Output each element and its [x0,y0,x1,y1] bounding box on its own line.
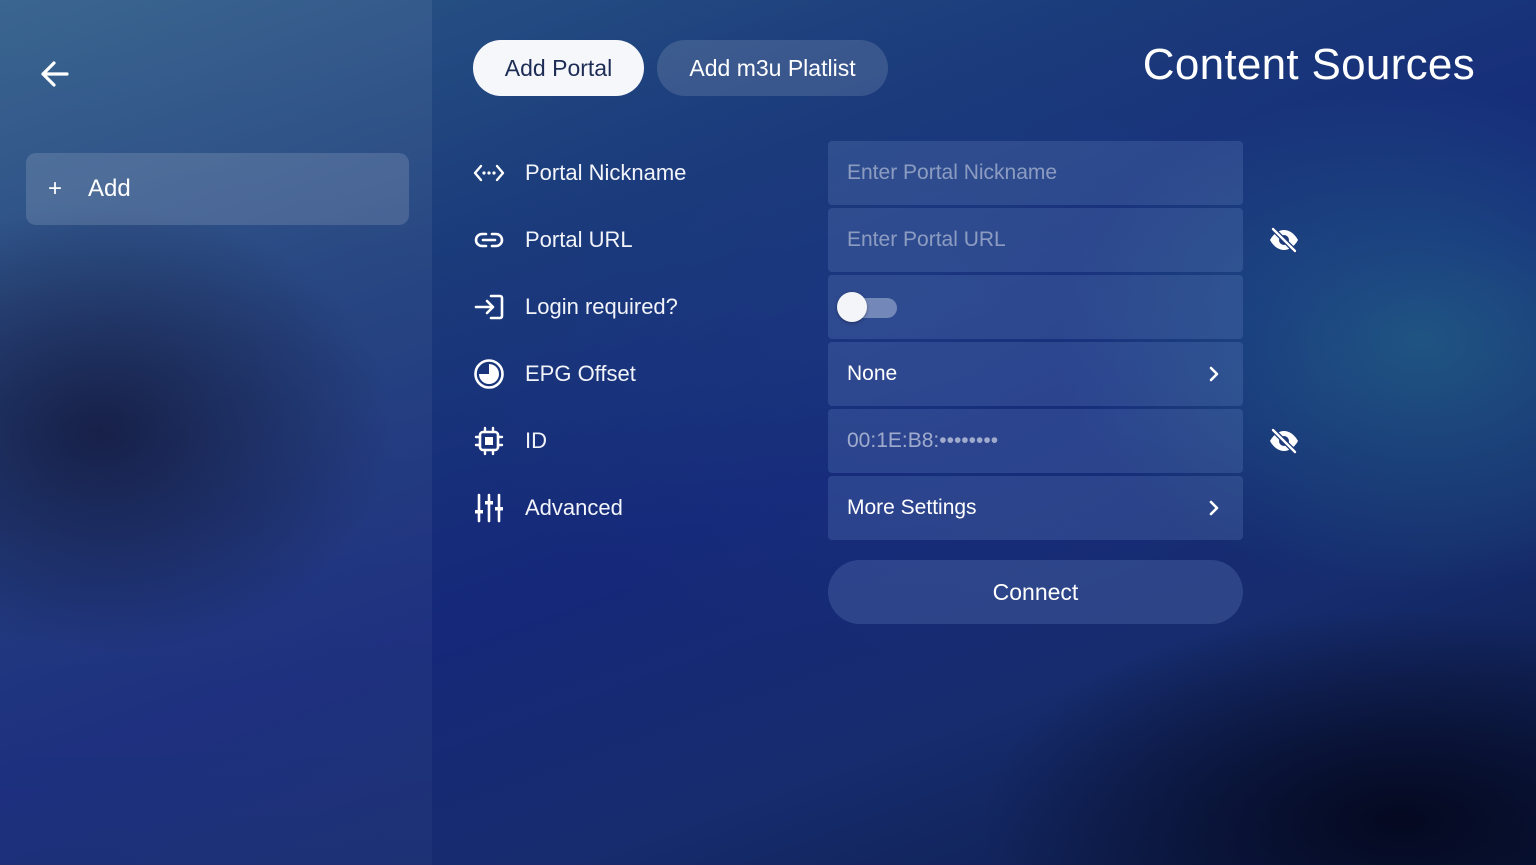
login-arrow-icon [473,289,505,325]
portal-url-label: Portal URL [525,227,633,252]
epg-offset-value: None [847,362,898,385]
add-source-button[interactable]: + Add [26,153,409,225]
tab-add-portal[interactable]: Add Portal [473,40,644,96]
toggle-knob [837,292,867,322]
epg-offset-select[interactable]: None [828,342,1243,406]
more-settings-label: More Settings [847,496,977,519]
row-portal-url: Portal URL [473,208,1298,272]
eye-off-icon [1270,428,1298,454]
login-required-field [828,275,1243,339]
add-label: Add [88,175,131,202]
more-settings-button[interactable]: More Settings [828,476,1243,540]
portal-nickname-input[interactable] [847,161,1224,185]
sliders-icon [473,490,505,526]
row-advanced: Advanced More Settings [473,476,1243,540]
connect-button[interactable]: Connect [828,560,1243,624]
row-login-required: Login required? [473,275,1243,339]
sidebar: + Add [0,0,432,865]
toggle-id-visibility-button[interactable] [1268,425,1300,457]
back-button[interactable] [36,56,74,92]
tab-add-m3u-playlist[interactable]: Add m3u Platlist [657,40,888,96]
advanced-label: Advanced [525,495,623,520]
portal-nickname-field[interactable] [828,141,1243,205]
id-value: 00:1E:B8:•••••••• [847,429,999,452]
epg-offset-label: EPG Offset [525,361,636,386]
clock-half-icon [473,356,505,392]
row-id: ID 00:1E:B8:•••••••• [473,409,1298,473]
row-epg-offset: EPG Offset None [473,342,1243,406]
code-arrows-icon [473,155,505,191]
portal-url-field[interactable] [828,208,1243,272]
row-portal-nickname: Portal Nickname [473,141,1243,205]
eye-off-icon [1270,227,1298,253]
arrow-left-icon [41,61,69,87]
login-required-toggle[interactable] [837,291,897,323]
portal-url-input[interactable] [847,228,1224,252]
link-icon [473,222,505,258]
plus-icon: + [48,175,63,202]
id-label: ID [525,428,547,453]
id-field[interactable]: 00:1E:B8:•••••••• [828,409,1243,473]
login-required-label: Login required? [525,294,678,319]
toggle-url-visibility-button[interactable] [1268,224,1300,256]
chevron-right-icon [1204,364,1224,384]
page-title: Content Sources [1142,40,1475,89]
chip-icon [473,423,505,459]
chevron-right-icon [1204,498,1224,518]
portal-nickname-label: Portal Nickname [525,160,687,185]
